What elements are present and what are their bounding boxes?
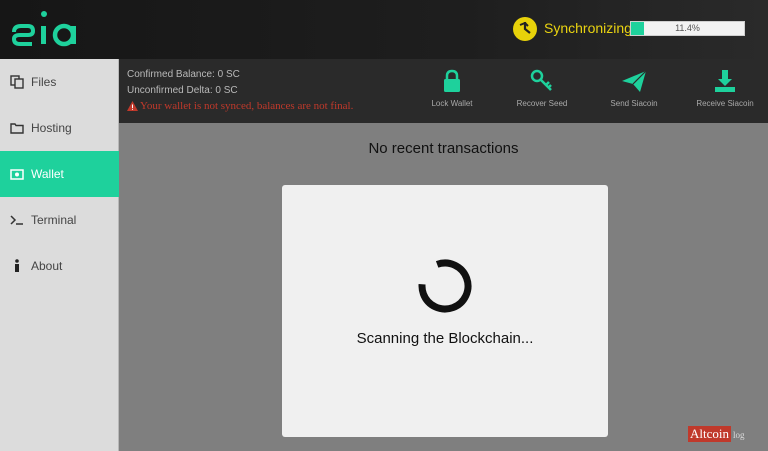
warning-icon [127, 101, 138, 111]
sync-label: Synchronizing [544, 20, 632, 36]
receive-siacoin-label: Receive Siacoin [696, 99, 754, 108]
top-header: Synchronizing 11.4% [0, 0, 768, 59]
sync-warning: Your wallet is not synced, balances are … [127, 100, 353, 112]
scanning-text: Scanning the Blockchain... [356, 330, 534, 347]
info-icon [9, 258, 25, 274]
paper-plane-icon [622, 70, 647, 92]
sidebar-item-label: About [31, 259, 63, 273]
lock-wallet-button[interactable]: Lock Wallet [412, 67, 492, 117]
sync-progress-bar: 11.4% [630, 21, 745, 36]
no-transactions-message: No recent transactions [368, 140, 519, 157]
wallet-icon [9, 166, 25, 182]
lock-icon [444, 69, 460, 92]
scanning-modal: Scanning the Blockchain... [282, 185, 608, 437]
files-icon [9, 74, 25, 90]
watermark: Altcoin log [688, 426, 758, 444]
unconfirmed-delta: Unconfirmed Delta: 0 SC [127, 85, 238, 96]
wallet-toolbar: Confirmed Balance: 0 SC Unconfirmed Delt… [119, 59, 768, 123]
lock-wallet-label: Lock Wallet [431, 99, 473, 108]
key-icon [530, 69, 552, 91]
sidebar: Files Hosting Wallet Terminal About [0, 59, 119, 451]
sidebar-item-label: Hosting [31, 121, 72, 135]
receive-siacoin-button[interactable]: Receive Siacoin [685, 67, 765, 117]
sidebar-item-wallet[interactable]: Wallet [0, 151, 119, 197]
watermark-main: Altcoin [688, 426, 731, 442]
sidebar-item-label: Wallet [31, 167, 64, 181]
sidebar-item-label: Terminal [31, 213, 77, 227]
recover-seed-button[interactable]: Recover Seed [502, 67, 582, 117]
download-icon [715, 70, 735, 92]
sidebar-item-about[interactable]: About [0, 243, 119, 289]
send-siacoin-label: Send Siacoin [610, 99, 658, 108]
confirmed-balance: Confirmed Balance: 0 SC [127, 69, 240, 80]
folder-icon [9, 120, 25, 136]
sidebar-item-label: Files [31, 75, 57, 89]
watermark-sub: log [733, 430, 745, 440]
sync-status-icon [513, 17, 537, 41]
loading-spinner-icon [418, 259, 472, 313]
terminal-icon [9, 212, 25, 228]
sync-warning-text: Your wallet is not synced, balances are … [140, 100, 354, 112]
sia-logo [11, 11, 76, 47]
send-siacoin-button[interactable]: Send Siacoin [594, 67, 674, 117]
sync-progress-text: 11.4% [675, 23, 700, 33]
recover-seed-label: Recover Seed [516, 99, 568, 108]
sidebar-item-files[interactable]: Files [0, 59, 119, 105]
sidebar-item-terminal[interactable]: Terminal [0, 197, 119, 243]
sidebar-item-hosting[interactable]: Hosting [0, 105, 119, 151]
